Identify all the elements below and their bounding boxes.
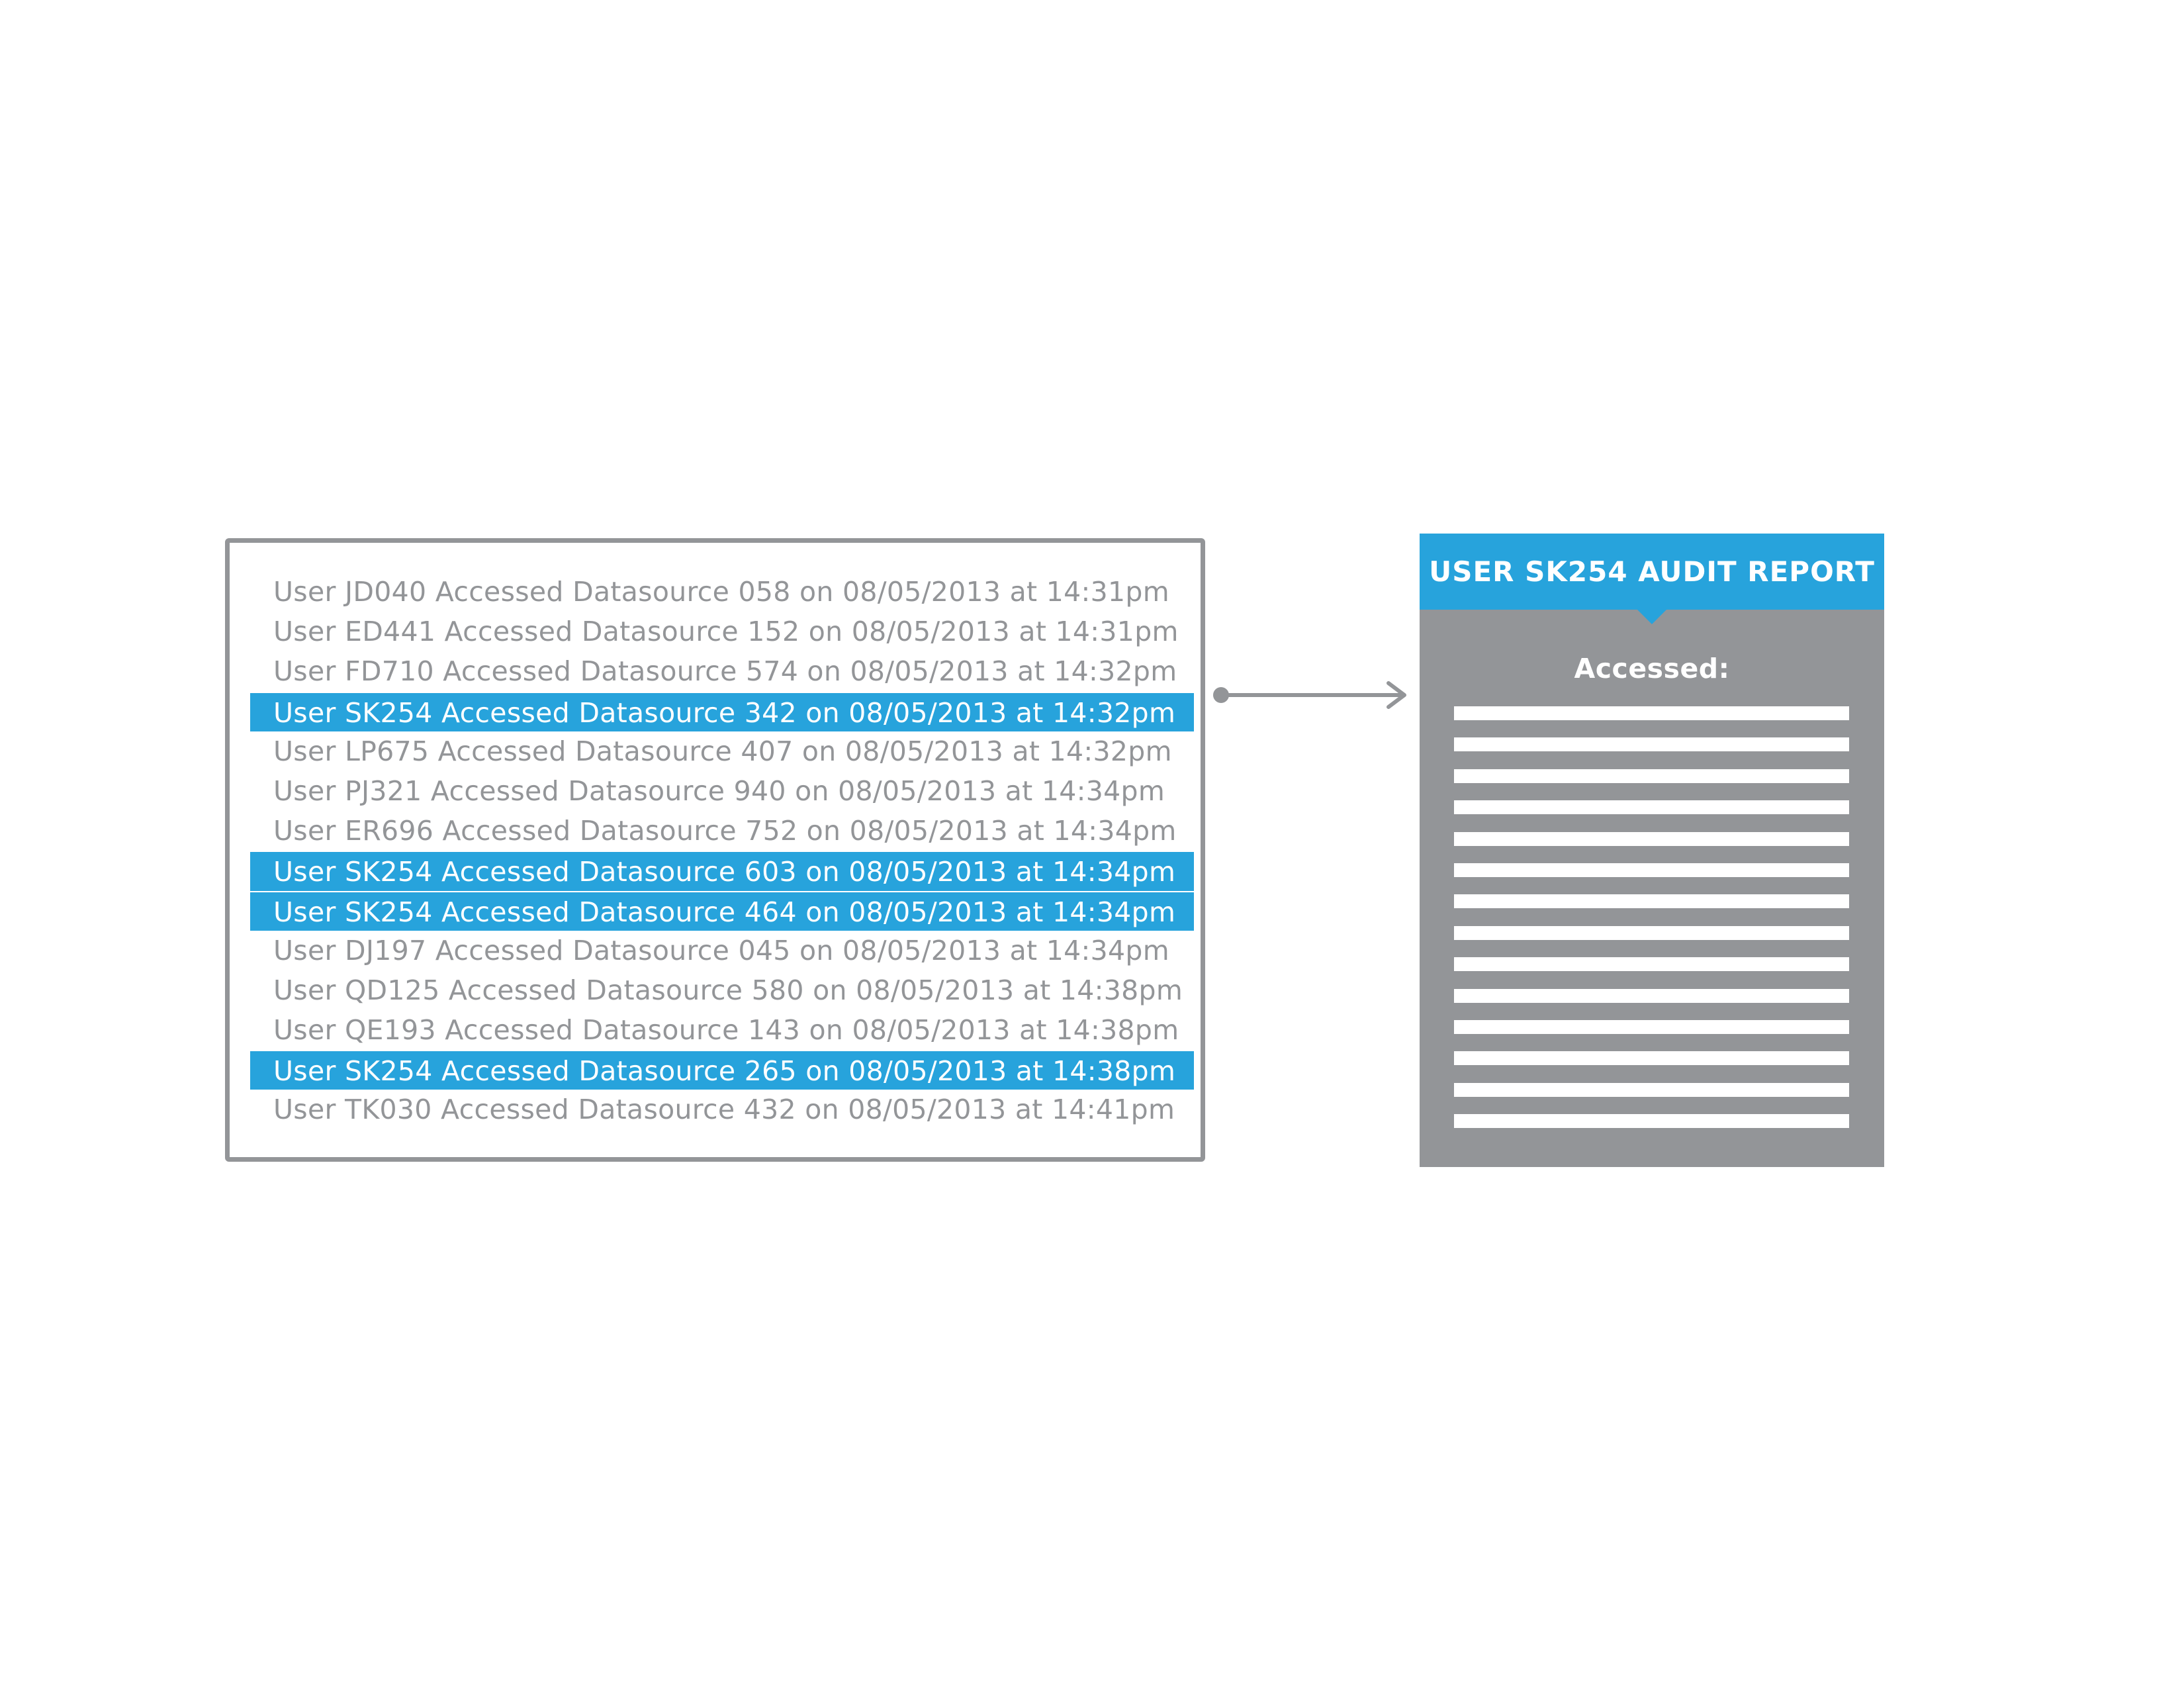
- log-row-text: User PJ321 Accessed Datasource 940 on 08…: [273, 774, 1165, 807]
- log-row-text: User SK254 Accessed Datasource 342 on 08…: [273, 696, 1176, 729]
- log-row-text: User SK254 Accessed Datasource 603 on 08…: [273, 856, 1176, 888]
- log-row-text: User JD040 Accessed Datasource 058 on 08…: [273, 576, 1169, 608]
- log-row: User DJ197 Accessed Datasource 045 on 08…: [250, 931, 1194, 970]
- report-placeholder-line: [1454, 1082, 1849, 1097]
- report-placeholder-lines: [1454, 706, 1849, 1145]
- log-row: User TK030 Accessed Datasource 432 on 08…: [250, 1090, 1194, 1129]
- accessed-label: Accessed:: [1574, 653, 1730, 684]
- report-title: USER SK254 AUDIT REPORT: [1420, 534, 1884, 610]
- report-placeholder-line: [1454, 894, 1849, 909]
- header-notch: [1637, 609, 1667, 624]
- log-row: User FD710 Accessed Datasource 574 on 08…: [250, 651, 1194, 691]
- log-row: User ER696 Accessed Datasource 752 on 08…: [250, 811, 1194, 851]
- log-row-highlighted: User SK254 Accessed Datasource 464 on 08…: [250, 890, 1194, 931]
- log-row-text: User QE193 Accessed Datasource 143 on 08…: [273, 1014, 1179, 1047]
- report-placeholder-line: [1454, 800, 1849, 815]
- log-row-highlighted: User SK254 Accessed Datasource 603 on 08…: [250, 851, 1194, 891]
- log-row: User PJ321 Accessed Datasource 940 on 08…: [250, 771, 1194, 811]
- report-placeholder-line: [1454, 863, 1849, 877]
- log-row: User QD125 Accessed Datasource 580 on 08…: [250, 970, 1194, 1010]
- log-row-highlighted: User SK254 Accessed Datasource 342 on 08…: [250, 691, 1194, 731]
- log-row: User QE193 Accessed Datasource 143 on 08…: [250, 1010, 1194, 1050]
- connector-arrow: [1213, 681, 1406, 709]
- report-body: Accessed:: [1420, 610, 1884, 1167]
- audit-report-card: USER SK254 AUDIT REPORT Accessed:: [1420, 534, 1884, 1167]
- log-row: User LP675 Accessed Datasource 407 on 08…: [250, 731, 1194, 771]
- log-row-text: User DJ197 Accessed Datasource 045 on 08…: [273, 934, 1169, 966]
- report-placeholder-line: [1454, 925, 1849, 940]
- report-placeholder-line: [1454, 1019, 1849, 1034]
- log-row-text: User ED441 Accessed Datasource 152 on 08…: [273, 616, 1179, 648]
- report-placeholder-line: [1454, 737, 1849, 752]
- access-log-panel: User JD040 Accessed Datasource 058 on 08…: [225, 538, 1205, 1162]
- log-row-text: User SK254 Accessed Datasource 265 on 08…: [273, 1055, 1176, 1088]
- log-row-text: User TK030 Accessed Datasource 432 on 08…: [273, 1094, 1175, 1126]
- log-row-text: User FD710 Accessed Datasource 574 on 08…: [273, 655, 1177, 688]
- log-row-text: User SK254 Accessed Datasource 464 on 08…: [273, 896, 1176, 928]
- log-row: User JD040 Accessed Datasource 058 on 08…: [250, 572, 1194, 612]
- report-placeholder-line: [1454, 831, 1849, 846]
- report-placeholder-line: [1454, 769, 1849, 783]
- report-placeholder-line: [1454, 1051, 1849, 1066]
- log-row-text: User QD125 Accessed Datasource 580 on 08…: [273, 974, 1183, 1006]
- access-log-list: User JD040 Accessed Datasource 058 on 08…: [250, 572, 1194, 1130]
- report-placeholder-line: [1454, 706, 1849, 720]
- log-row-highlighted: User SK254 Accessed Datasource 265 on 08…: [250, 1050, 1194, 1090]
- log-row-text: User LP675 Accessed Datasource 407 on 08…: [273, 735, 1172, 767]
- report-placeholder-line: [1454, 957, 1849, 972]
- log-row: User ED441 Accessed Datasource 152 on 08…: [250, 612, 1194, 651]
- report-placeholder-line: [1454, 1114, 1849, 1129]
- log-row-text: User ER696 Accessed Datasource 752 on 08…: [273, 815, 1177, 847]
- report-placeholder-line: [1454, 988, 1849, 1003]
